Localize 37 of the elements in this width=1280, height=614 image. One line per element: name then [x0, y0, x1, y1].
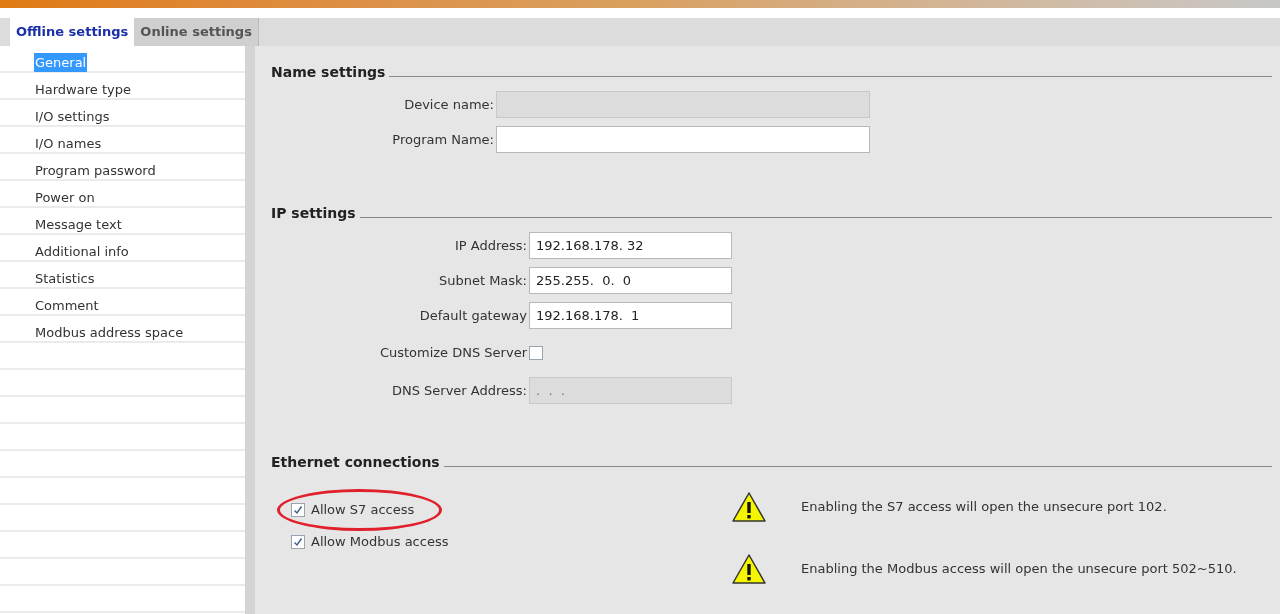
checkbox[interactable] — [291, 503, 305, 517]
tab[interactable]: Online settings — [134, 18, 259, 46]
field-label: Device name: — [403, 95, 495, 114]
field-label: Program Name: — [391, 130, 495, 149]
checkmark-icon — [293, 505, 303, 515]
checkbox-label: Allow Modbus access — [311, 533, 449, 552]
sidebar-item[interactable]: Modbus address space — [34, 322, 185, 343]
field-label: IP Address: — [454, 236, 528, 255]
warning-icon — [731, 553, 767, 585]
sidebar-item[interactable]: Statistics — [34, 268, 96, 289]
section-heading: Name settings — [271, 63, 386, 82]
checkbox-label: Allow S7 access — [311, 501, 415, 520]
input-field[interactable]: 255.255. 0. 0 — [529, 267, 732, 294]
section-heading: Ethernet connections — [271, 453, 440, 472]
sidebar-item[interactable]: Power on — [34, 187, 96, 208]
tab[interactable]: Offline settings — [10, 18, 135, 46]
warning-icon — [731, 491, 767, 523]
warning-text: Enabling the Modbus access will open the unsecure port 502~510. — [801, 560, 1237, 579]
section-heading: IP settings — [271, 204, 356, 223]
sidebar-item[interactable]: I/O names — [34, 133, 103, 154]
checkbox[interactable] — [529, 346, 543, 360]
input-field[interactable]: 192.168.178. 1 — [529, 302, 732, 329]
checkmark-icon — [293, 537, 303, 547]
field-label: Subnet Mask: — [437, 271, 528, 290]
field-label: Customize DNS Server — [378, 344, 528, 363]
sidebar-item[interactable]: Program password — [34, 160, 157, 181]
field-label: DNS Server Address: — [390, 381, 528, 400]
field-label: Default gateway — [418, 306, 528, 325]
sidebar-item[interactable]: Hardware type — [34, 79, 132, 100]
sidebar-item[interactable]: I/O settings — [34, 106, 111, 127]
sidebar-item[interactable]: Additional info — [34, 241, 130, 262]
input-field[interactable] — [496, 126, 870, 153]
sidebar-item[interactable]: Message text — [34, 214, 123, 235]
checkbox[interactable] — [291, 535, 305, 549]
input-field[interactable]: 192.168.178. 32 — [529, 232, 732, 259]
warning-text: Enabling the S7 access will open the unsecure port 102. — [801, 498, 1167, 517]
sidebar-item[interactable]: Comment — [34, 295, 100, 316]
